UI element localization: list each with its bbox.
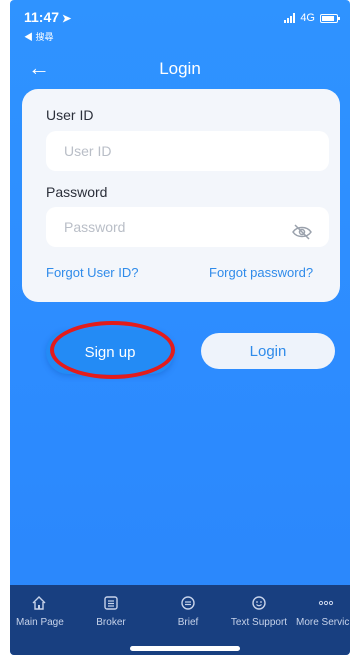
back-to-app-link[interactable]: ◀ 搜尋	[24, 30, 54, 43]
sign-up-button[interactable]: Sign up	[46, 330, 174, 374]
hide-password-icon[interactable]	[292, 224, 312, 240]
bottom-tab-bar: Main Page Broker Brief Text Support More…	[10, 585, 350, 655]
status-bar: 11:47 ➤ ◀ 搜尋 4G	[10, 0, 350, 48]
brief-icon	[181, 596, 195, 610]
forgot-user-id-link[interactable]: Forgot User ID?	[46, 265, 138, 280]
tab-main-page[interactable]: Main Page	[16, 595, 64, 628]
tab-more-services[interactable]: More Servic	[296, 595, 350, 628]
page-title: Login	[159, 59, 201, 78]
tab-broker[interactable]: Broker	[88, 595, 134, 628]
tab-label: More Servic	[296, 617, 350, 628]
status-time: 11:47 ➤	[24, 9, 71, 25]
tab-label: Brief	[177, 617, 199, 628]
smiley-icon	[252, 596, 266, 610]
network-type: 4G	[300, 12, 315, 24]
tab-brief[interactable]: Brief	[170, 595, 206, 628]
password-input[interactable]	[46, 207, 329, 247]
home-icon	[32, 596, 46, 610]
user-id-input[interactable]	[46, 131, 329, 171]
user-id-label: User ID	[46, 107, 94, 123]
tab-label: Broker	[96, 617, 126, 628]
login-card: User ID Password Forgot User ID? Forgot …	[22, 89, 340, 302]
login-button[interactable]: Login	[201, 333, 335, 369]
time-text: 11:47	[24, 9, 60, 25]
tab-text-support[interactable]: Text Support	[226, 595, 292, 628]
tab-label: Main Page	[16, 617, 64, 628]
password-label: Password	[46, 184, 108, 200]
list-icon	[104, 596, 118, 610]
more-icon	[318, 600, 334, 606]
location-arrow-icon: ➤	[62, 13, 72, 25]
status-indicators: 4G	[284, 12, 340, 24]
nav-bar: ← Login	[10, 52, 350, 86]
tab-label: Text Support	[230, 617, 288, 628]
home-indicator	[130, 646, 240, 651]
forgot-password-link[interactable]: Forgot password?	[209, 265, 313, 280]
app-screen: 11:47➤ ◀ 搜尋 4G ← Login User ID Password …	[10, 0, 350, 655]
battery-icon	[320, 13, 340, 23]
signal-icon	[284, 13, 296, 23]
